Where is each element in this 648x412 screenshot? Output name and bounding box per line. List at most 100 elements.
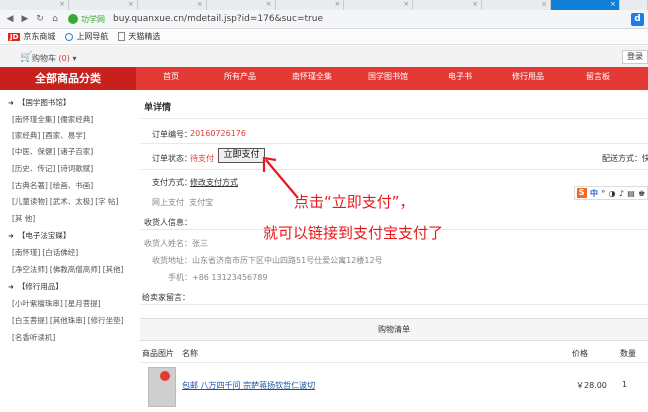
annotation-line-1: 点击“立即支付”， bbox=[294, 193, 415, 211]
browser-tab[interactable]: × bbox=[68, 0, 138, 10]
bookmark-label: 上网导航 bbox=[76, 32, 109, 41]
browser-tab[interactable]: × bbox=[413, 0, 483, 10]
category-link[interactable]: [诗词歌赋] bbox=[57, 164, 93, 173]
category-group-title[interactable]: ➜ 【修行用品】 bbox=[8, 281, 63, 292]
close-icon[interactable]: × bbox=[403, 0, 409, 9]
ime-skin-icon[interactable]: ♚ bbox=[638, 189, 645, 198]
category-link[interactable]: [佛教高僧高师] bbox=[50, 265, 101, 274]
back-icon[interactable]: ◀ bbox=[4, 13, 16, 25]
ime-keyboard-icon[interactable]: ▤ bbox=[627, 189, 635, 198]
login-button[interactable]: 登录 bbox=[622, 50, 648, 64]
nav-all-products[interactable]: 所有产品 bbox=[224, 67, 256, 90]
ime-moon-icon[interactable]: ◑ bbox=[609, 189, 616, 198]
change-pay-method-link[interactable]: 修改支付方式 bbox=[190, 177, 238, 188]
category-group-title[interactable]: ➜ 【电子法宝碟】 bbox=[8, 230, 70, 241]
category-link[interactable]: [净空法师] bbox=[12, 265, 48, 274]
nav-guestbook[interactable]: 留言板 bbox=[586, 67, 610, 90]
category-group-title[interactable]: ➜ 【国学图书馆】 bbox=[8, 97, 70, 108]
main-nav: 全部商品分类 首页 所有产品 南怀瑾全集 国学图书馆 电子书 修行用品 留言板 bbox=[0, 67, 648, 90]
nav-practice-goods[interactable]: 修行用品 bbox=[512, 67, 544, 90]
close-icon[interactable]: × bbox=[610, 0, 616, 9]
category-link[interactable]: [儒家经典] bbox=[57, 115, 93, 124]
category-link[interactable]: [中医、保健] bbox=[12, 147, 55, 156]
browser-tab[interactable]: × bbox=[206, 0, 276, 10]
new-tab-button[interactable] bbox=[619, 0, 648, 10]
category-row: [儿童读物] [武术、太极] [字 帖] bbox=[12, 196, 120, 207]
shopping-list: 购物清单 商品图片 名称 价格 数量 包邮 八万四千问 宗萨蒋扬钦哲仁波切 ￥2… bbox=[140, 318, 648, 412]
category-link[interactable]: [南怀瑾全集] bbox=[12, 115, 55, 124]
category-link[interactable]: [家经典] bbox=[12, 131, 40, 140]
all-categories[interactable]: 全部商品分类 bbox=[0, 67, 136, 90]
category-link[interactable]: [历史、传记] bbox=[12, 164, 55, 173]
extension-icon[interactable]: d bbox=[631, 13, 644, 26]
category-row: [家经典] [酉家、易学] bbox=[12, 130, 88, 141]
category-row: [南怀瑾] [白话佛经] bbox=[12, 247, 80, 258]
category-link[interactable]: [白玉菩提] bbox=[12, 316, 48, 325]
category-link[interactable]: [星月菩提] bbox=[65, 299, 101, 308]
column-header-name: 名称 bbox=[182, 349, 198, 358]
cart-link[interactable]: 购物车 (0) ▾ bbox=[32, 53, 76, 64]
refresh-icon[interactable]: ↻ bbox=[34, 13, 46, 25]
column-header-price: 价格 bbox=[572, 349, 588, 358]
category-row: [其 他] bbox=[12, 213, 37, 224]
ime-punctuation-icon[interactable]: ° bbox=[601, 189, 605, 198]
cart-count: (0) bbox=[58, 54, 70, 63]
browser-tab-active[interactable]: × bbox=[551, 0, 620, 10]
close-icon[interactable]: × bbox=[472, 0, 478, 9]
bookmark-nav[interactable]: 上网导航 bbox=[65, 31, 108, 42]
category-link[interactable]: [其 他] bbox=[12, 214, 35, 223]
category-sidebar: ➜ 【国学图书馆】 [南怀瑾全集] [儒家经典] [家经典] [酉家、易学] [中医… bbox=[0, 90, 140, 412]
close-icon[interactable]: × bbox=[128, 0, 134, 9]
category-link[interactable]: [古典名著] bbox=[12, 181, 48, 190]
page-title: 单详情 bbox=[144, 103, 172, 113]
cart-icon[interactable]: 🛒 bbox=[20, 52, 32, 63]
category-title-text: 【修行用品】 bbox=[17, 282, 63, 291]
browser-tab[interactable]: × bbox=[344, 0, 414, 10]
category-link[interactable]: [小叶紫檀珠串] bbox=[12, 299, 63, 308]
ime-language-toggle[interactable]: 中 bbox=[590, 188, 598, 199]
address-bar: ◀ ▶ ↻ ⌂ 功学网 buy.quanxue.cn/mdetail.jsp?i… bbox=[0, 10, 648, 29]
browser-tab[interactable]: × bbox=[0, 0, 69, 10]
category-link[interactable]: [字 帖] bbox=[95, 197, 118, 206]
product-price: ￥28.00 bbox=[576, 381, 607, 390]
category-link[interactable]: [南怀瑾] bbox=[12, 248, 40, 257]
close-icon[interactable]: × bbox=[197, 0, 203, 9]
url-input[interactable]: buy.quanxue.cn/mdetail.jsp?id=176&suc=tr… bbox=[113, 14, 323, 24]
product-name-link[interactable]: 包邮 八万四千问 宗萨蒋扬钦哲仁波切 bbox=[182, 380, 315, 391]
close-icon[interactable]: × bbox=[335, 0, 341, 9]
category-link[interactable]: [武术、太极] bbox=[50, 197, 93, 206]
close-icon[interactable]: × bbox=[541, 0, 547, 9]
category-link[interactable]: [其他珠串] bbox=[50, 316, 86, 325]
category-link[interactable]: [酉家、易学] bbox=[42, 131, 85, 140]
divider bbox=[140, 143, 648, 144]
browser-tab[interactable]: × bbox=[137, 0, 207, 10]
product-thumbnail[interactable] bbox=[148, 367, 176, 407]
nav-home[interactable]: 首页 bbox=[163, 67, 179, 90]
home-icon[interactable]: ⌂ bbox=[49, 13, 61, 25]
category-link[interactable]: [诸子百家] bbox=[57, 147, 93, 156]
bookmarks-bar: JD 京东商城 上网导航 天猫精选 bbox=[0, 29, 648, 45]
category-link[interactable]: [其他] bbox=[103, 265, 124, 274]
category-link[interactable]: [绘画、书画] bbox=[50, 181, 93, 190]
ime-voice-icon[interactable]: ♪ bbox=[619, 189, 624, 198]
category-link[interactable]: [儿童读物] bbox=[12, 197, 48, 206]
divider bbox=[140, 118, 648, 119]
browser-tab[interactable]: × bbox=[275, 0, 345, 10]
close-icon[interactable]: × bbox=[59, 0, 65, 9]
order-number-value: 20160726176 bbox=[190, 129, 246, 138]
bookmark-jd[interactable]: JD 京东商城 bbox=[8, 31, 55, 42]
ime-logo-icon[interactable]: S bbox=[576, 188, 587, 198]
bookmark-tmall[interactable]: 天猫精选 bbox=[118, 31, 160, 42]
browser-tab-strip: × × × × × × × × × bbox=[0, 0, 648, 10]
nav-library[interactable]: 国学图书馆 bbox=[368, 67, 408, 90]
nav-nanhuaijin[interactable]: 南怀瑾全集 bbox=[292, 67, 332, 90]
forward-icon[interactable]: ▶ bbox=[19, 13, 31, 25]
category-link[interactable]: [白话佛经] bbox=[42, 248, 78, 257]
nav-ebook[interactable]: 电子书 bbox=[448, 67, 472, 90]
site-security-icon[interactable] bbox=[68, 14, 78, 24]
category-link[interactable]: [名香听读机] bbox=[12, 333, 55, 342]
close-icon[interactable]: × bbox=[266, 0, 272, 9]
divider bbox=[140, 304, 648, 305]
browser-tab[interactable]: × bbox=[482, 0, 551, 10]
category-link[interactable]: [修行坐垫] bbox=[88, 316, 124, 325]
